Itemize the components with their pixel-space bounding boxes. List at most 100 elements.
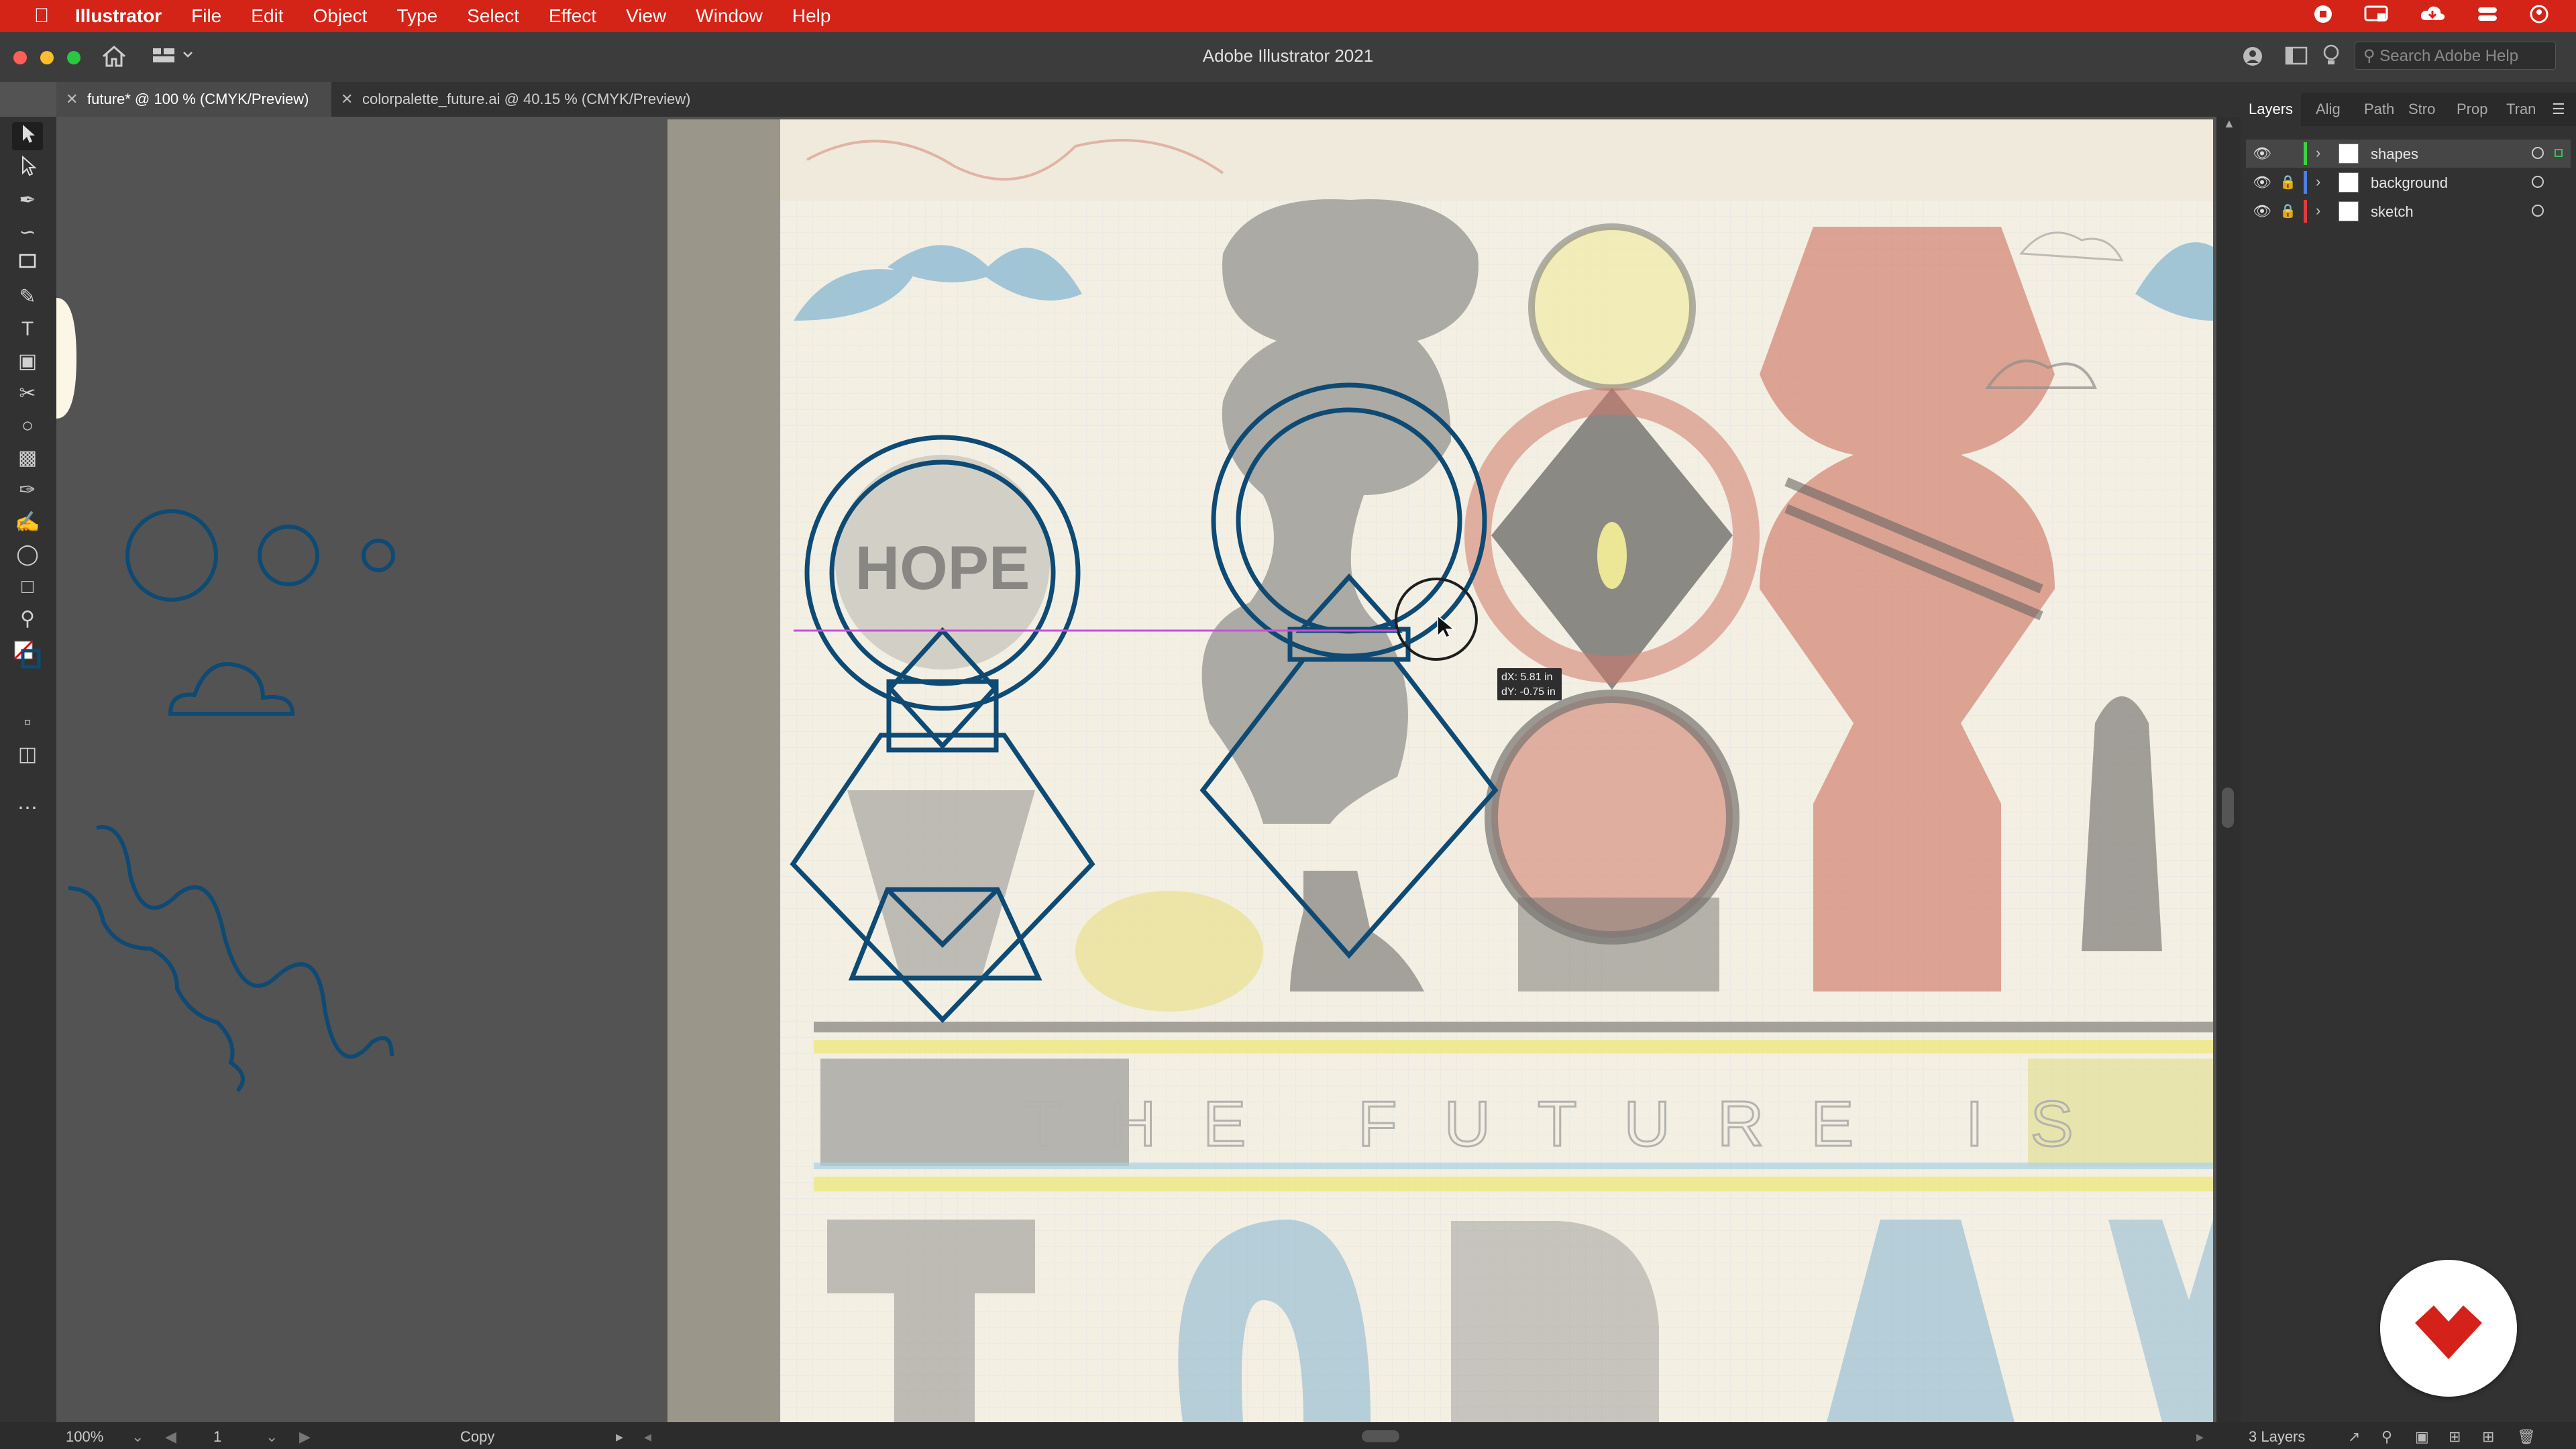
more-tools-icon[interactable]: ⋯: [12, 794, 43, 822]
tab-properties[interactable]: Prop: [2457, 93, 2487, 126]
artboard-tool-icon[interactable]: □: [12, 573, 43, 601]
tab-align[interactable]: Alig: [2316, 93, 2341, 126]
layer-target-icon[interactable]: [2532, 147, 2544, 159]
direct-selection-tool-icon[interactable]: [12, 154, 43, 182]
pen-tool-icon[interactable]: ✒: [12, 186, 43, 215]
screen-share-icon[interactable]: [2364, 4, 2388, 29]
squiggle-line-lower: [68, 886, 245, 1093]
discover-lightbulb-icon[interactable]: [2321, 43, 2341, 72]
control-center-icon[interactable]: [2477, 4, 2498, 29]
menu-view[interactable]: View: [626, 5, 666, 27]
tab-future[interactable]: ✕ future* @ 100 % (CMYK/Preview): [56, 82, 331, 117]
menu-app-name[interactable]: Illustrator: [75, 5, 162, 27]
panel-menu-icon[interactable]: ☰: [2552, 93, 2565, 126]
layer-name[interactable]: background: [2371, 174, 2448, 192]
eyedropper-tool-icon[interactable]: ✑: [12, 476, 43, 504]
type-tool-icon[interactable]: T: [12, 315, 43, 343]
layer-thumbnail: [2339, 201, 2359, 221]
artboard-number[interactable]: 1: [213, 1428, 221, 1446]
expand-chevron-icon[interactable]: ›: [2316, 173, 2320, 191]
tab-layers[interactable]: Layers: [2241, 93, 2302, 126]
layer-row-background[interactable]: 👁 🔒 › background: [2246, 168, 2571, 197]
locate-object-icon[interactable]: ↗: [2348, 1428, 2360, 1446]
tab-pathfinder[interactable]: Path: [2364, 93, 2394, 126]
new-sublayer-icon[interactable]: ⊞: [2449, 1428, 2461, 1446]
selection-tool-icon[interactable]: [12, 122, 43, 150]
tab-colorpalette[interactable]: ✕ colorpalette_future.ai @ 40.15 % (CMYK…: [331, 82, 767, 117]
pasteboard-shapes[interactable]: [56, 117, 660, 1422]
layer-target-icon[interactable]: [2532, 205, 2544, 217]
drawing-modes-icon[interactable]: ▫: [12, 708, 43, 737]
visibility-eye-icon[interactable]: 👁: [2253, 174, 2271, 191]
menu-window[interactable]: Window: [696, 5, 763, 27]
close-tab-icon[interactable]: ✕: [341, 82, 353, 117]
arrange-documents-icon[interactable]: [2285, 46, 2308, 69]
menu-file[interactable]: File: [191, 5, 221, 27]
dy-readout: dY: -0.75 in: [1501, 686, 1556, 698]
scroll-left-icon[interactable]: ◂: [644, 1428, 651, 1446]
lock-icon[interactable]: 🔒: [2279, 203, 2296, 219]
tab-label: colorpalette_future.ai @ 40.15 % (CMYK/P…: [362, 91, 691, 107]
layers-panel: Layers Alig Path Stro Prop Tran ☰ 👁 › sh…: [2241, 82, 2576, 1422]
menu-type[interactable]: Type: [396, 5, 437, 27]
record-icon[interactable]: [2313, 4, 2333, 29]
curvature-tool-icon[interactable]: ∽: [12, 219, 43, 247]
selection-indicator[interactable]: [2555, 149, 2563, 157]
layer-name[interactable]: sketch: [2371, 203, 2414, 221]
gradient-tool-icon[interactable]: ▩: [12, 444, 43, 472]
creative-cloud-icon[interactable]: [2419, 4, 2446, 29]
pencil-tool-icon[interactable]: ✎: [12, 283, 43, 311]
layers-count: 3 Layers: [2249, 1428, 2306, 1445]
vertical-scrollbar[interactable]: ▲: [2216, 117, 2241, 1422]
menu-effect[interactable]: Effect: [549, 5, 596, 27]
layer-name[interactable]: shapes: [2371, 146, 2418, 163]
visibility-eye-icon[interactable]: 👁: [2253, 145, 2271, 162]
expand-chevron-icon[interactable]: ›: [2316, 202, 2320, 219]
circle-large: [125, 509, 218, 602]
menu-edit[interactable]: Edit: [251, 5, 283, 27]
expand-chevron-icon[interactable]: ›: [2316, 144, 2320, 162]
layer-thumbnail: [2339, 172, 2359, 193]
fill-stroke-swatch-icon[interactable]: [12, 637, 43, 671]
layer-row-sketch[interactable]: 👁 🔒 › sketch: [2246, 197, 2571, 225]
status-menu-icon[interactable]: ▸: [616, 1428, 623, 1446]
apple-icon[interactable]: : [28, 5, 55, 28]
clipping-mask-icon[interactable]: ▣: [2415, 1428, 2429, 1446]
first-artboard-icon[interactable]: ◀: [165, 1428, 176, 1446]
scale-tool-icon[interactable]: ▣: [12, 347, 43, 376]
tool-status[interactable]: Copy: [460, 1428, 494, 1446]
scroll-right-icon[interactable]: ▸: [2196, 1428, 2204, 1446]
layer-target-icon[interactable]: [2532, 176, 2544, 188]
rectangle-tool-icon[interactable]: [12, 251, 43, 279]
lock-icon[interactable]: 🔒: [2279, 174, 2296, 191]
help-search-input[interactable]: ⚲ Search Adobe Help: [2355, 42, 2556, 70]
puppet-warp-tool-icon[interactable]: ✍: [12, 508, 43, 537]
delete-layer-icon[interactable]: 🗑: [2517, 1428, 2536, 1446]
visibility-eye-icon[interactable]: 👁: [2253, 203, 2271, 220]
search-layers-icon[interactable]: ⚲: [2381, 1428, 2392, 1446]
next-artboard-icon[interactable]: ▶: [299, 1428, 311, 1446]
zoom-dropdown-icon[interactable]: ⌄: [131, 1428, 144, 1446]
close-tab-icon[interactable]: ✕: [66, 82, 78, 117]
artwork[interactable]: HOPE THE FUTURE IS: [780, 119, 2213, 1422]
scissors-tool-icon[interactable]: ✂: [12, 380, 43, 408]
menu-select[interactable]: Select: [467, 5, 519, 27]
horizontal-scroll-thumb[interactable]: [1362, 1430, 1399, 1442]
lasso-tool-icon[interactable]: ○: [12, 412, 43, 440]
user-menu-icon[interactable]: [2529, 4, 2549, 29]
tab-transform[interactable]: Tran: [2506, 93, 2536, 126]
zoom-level[interactable]: 100%: [66, 1428, 103, 1446]
menu-object[interactable]: Object: [313, 5, 368, 27]
artboard[interactable]: HOPE THE FUTURE IS: [780, 119, 2213, 1422]
vertical-scroll-thumb[interactable]: [2222, 788, 2234, 828]
menu-help[interactable]: Help: [792, 5, 831, 27]
layer-row-shapes[interactable]: 👁 › shapes: [2246, 140, 2571, 168]
zoom-tool-icon[interactable]: ⚲: [12, 605, 43, 633]
tab-stroke[interactable]: Stro: [2408, 93, 2435, 126]
new-layer-icon[interactable]: ⊞: [2482, 1428, 2494, 1446]
screen-mode-icon[interactable]: ◫: [12, 741, 43, 769]
shape-builder-tool-icon[interactable]: ◯: [12, 541, 43, 569]
scroll-up-icon[interactable]: ▲: [2223, 117, 2235, 133]
user-account-icon[interactable]: [2241, 43, 2267, 73]
artboard-dropdown-icon[interactable]: ⌄: [266, 1428, 278, 1446]
